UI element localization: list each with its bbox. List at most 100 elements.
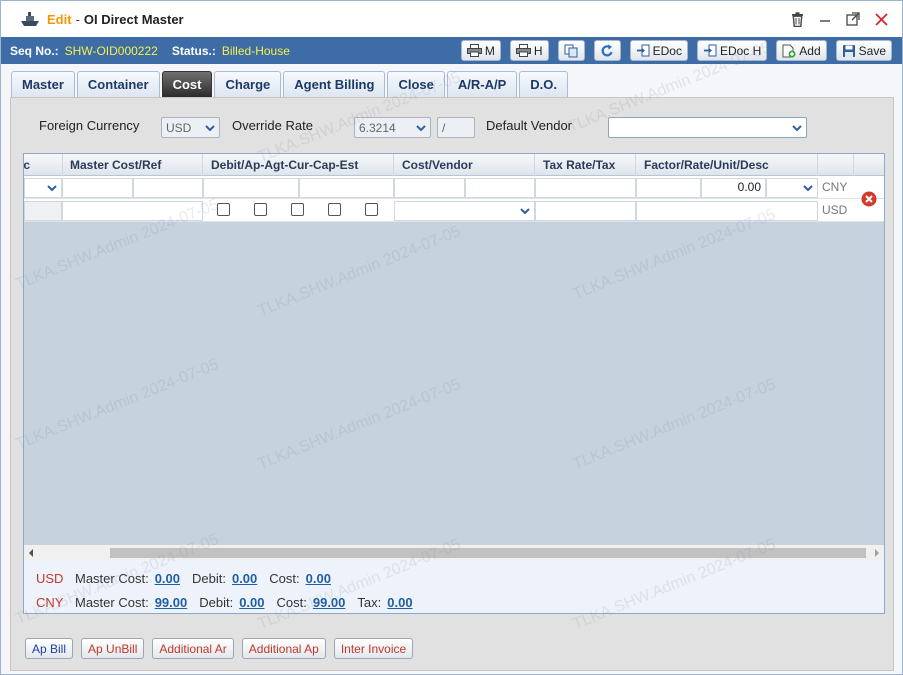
tab-do[interactable]: D.O. [519, 71, 568, 97]
totals-panel: USD Master Cost: 0.00 Debit: 0.00 Cost: … [24, 560, 884, 613]
additional-ap-button[interactable]: Additional Ap [241, 638, 326, 659]
toolbar: M H EDoc EDoc H Add Save [460, 40, 892, 61]
foreign-currency-value: USD [166, 120, 192, 135]
col-header-tax-rate[interactable]: Tax Rate/Tax [535, 154, 636, 176]
delete-row-icon[interactable] [861, 191, 877, 207]
close-icon[interactable] [872, 10, 890, 28]
additional-ar-button[interactable]: Additional Ar [152, 638, 234, 659]
row-select-dropdown[interactable] [24, 178, 62, 198]
cap-checkbox[interactable] [328, 203, 341, 216]
ap-unbill-button[interactable]: Ap UnBill [81, 638, 145, 659]
edoc-h-label: EDoc H [719, 43, 762, 58]
override-rate-label: Override Rate [232, 118, 313, 133]
foreign-currency-select[interactable]: USD [161, 117, 220, 138]
print-m-button[interactable]: M [460, 40, 501, 61]
import-icon [636, 44, 650, 57]
override-rate-value: 6.3214 [359, 120, 396, 135]
cost-input[interactable] [394, 178, 465, 198]
tab-master[interactable]: Master [11, 71, 75, 97]
usd-master-cost-link[interactable]: 0.00 [155, 571, 180, 586]
status-label: Status.: [171, 43, 216, 58]
chevron-down-icon [520, 208, 530, 215]
est-checkbox[interactable] [365, 203, 378, 216]
ref-input[interactable] [133, 178, 203, 198]
col-header-master-cost-ref[interactable]: Master Cost/Ref [62, 154, 203, 176]
status-value: Billed-House [221, 43, 290, 58]
usd-totals-row: USD Master Cost: 0.00 Debit: 0.00 Cost: … [36, 569, 343, 587]
cost-panel: Foreign Currency USD Override Rate 6.321… [10, 97, 894, 671]
cny-totals-row: CNY Master Cost: 99.00 Debit: 0.00 Cost:… [36, 593, 425, 611]
rate-input[interactable]: 0.00 [701, 178, 766, 198]
window-title: OI Direct Master [83, 11, 184, 27]
col-header-debit-ap-agt[interactable]: Debit/Ap-Agt-Cur-Cap-Est [203, 154, 394, 176]
refresh-button[interactable] [593, 40, 621, 61]
debit-input[interactable] [203, 178, 299, 198]
edoc-h-button[interactable]: EDoc H [696, 40, 768, 61]
tab-ar-ap[interactable]: A/R-A/P [446, 71, 518, 97]
window-controls [788, 10, 890, 28]
seq-no-value: SHW-OID000222 [64, 43, 158, 58]
scroll-left-icon[interactable] [28, 549, 35, 557]
grid-header: c Master Cost/Ref Debit/Ap-Agt-Cur-Cap-E… [24, 154, 884, 176]
horizontal-scrollbar[interactable] [24, 545, 884, 560]
ship-icon [21, 12, 39, 26]
ap-bill-button[interactable]: Ap Bill [25, 638, 74, 659]
col-header-factor-rate[interactable]: Factor/Rate/Unit/Desc [636, 154, 818, 176]
tab-charge[interactable]: Charge [214, 71, 282, 97]
tax-input[interactable] [535, 201, 636, 221]
agt-checkbox[interactable] [291, 203, 304, 216]
cny-debit-link[interactable]: 0.00 [239, 595, 264, 610]
default-vendor-label: Default Vendor [486, 118, 573, 133]
cny-tax-link[interactable]: 0.00 [387, 595, 412, 610]
usd-debit-link[interactable]: 0.00 [232, 571, 257, 586]
vendor-select[interactable] [394, 201, 535, 221]
tab-close[interactable]: Close [387, 71, 445, 97]
usd-debit-label: Debit: [192, 570, 226, 586]
tab-strip: Master Container Cost Charge Agent Billi… [11, 71, 568, 97]
col-header-cost-vendor[interactable]: Cost/Vendor [394, 154, 535, 176]
add-button[interactable]: Add [776, 40, 827, 61]
title-separator: - [75, 11, 80, 27]
cny-cost-link[interactable]: 99.00 [313, 595, 346, 610]
tab-agent-billing[interactable]: Agent Billing [283, 71, 386, 97]
tab-cost[interactable]: Cost [161, 71, 213, 97]
import-icon [703, 44, 717, 57]
ap-checkbox[interactable] [254, 203, 267, 216]
ref-desc-input[interactable] [62, 201, 203, 221]
cny-master-cost-link[interactable]: 99.00 [155, 595, 188, 610]
delete-icon[interactable] [788, 10, 806, 28]
inter-invoice-button[interactable]: Inter Invoice [333, 638, 414, 659]
override-rate-select[interactable]: 6.3214 [354, 117, 431, 138]
ap-input[interactable] [299, 178, 394, 198]
copy-button[interactable] [557, 40, 585, 61]
vendor-input[interactable] [465, 178, 535, 198]
default-vendor-select[interactable] [608, 117, 807, 138]
override-rate-divisor-input[interactable]: / [437, 117, 475, 138]
col-header-currency [818, 154, 854, 176]
tax-rate-input[interactable] [535, 178, 636, 198]
floppy-disk-icon [842, 44, 855, 57]
scroll-right-icon[interactable] [873, 549, 880, 557]
cny-master-cost-label: Master Cost: [75, 594, 149, 610]
save-button[interactable]: Save [835, 40, 892, 61]
add-document-icon [782, 44, 796, 57]
printer-icon [466, 44, 482, 57]
unit-select[interactable] [766, 178, 818, 198]
tab-container[interactable]: Container [76, 71, 160, 97]
minimize-icon[interactable] [816, 10, 834, 28]
maximize-icon[interactable] [844, 10, 862, 28]
print-h-button[interactable]: H [509, 40, 549, 61]
debit-checkbox[interactable] [217, 203, 230, 216]
factor-input[interactable] [636, 178, 701, 198]
edoc-button[interactable]: EDoc [629, 40, 688, 61]
chevron-down-icon [416, 125, 426, 132]
master-cost-input[interactable] [62, 178, 133, 198]
cny-cost-label: Cost: [276, 594, 307, 610]
desc-input[interactable] [636, 201, 818, 221]
scrollbar-thumb[interactable] [110, 548, 866, 558]
usd-cost-link[interactable]: 0.00 [306, 571, 331, 586]
edit-mode-label: Edit [47, 11, 72, 27]
col-header-c[interactable]: c [24, 154, 63, 176]
usd-cost-label: Cost: [269, 570, 300, 586]
override-rate-slash: / [442, 120, 446, 135]
